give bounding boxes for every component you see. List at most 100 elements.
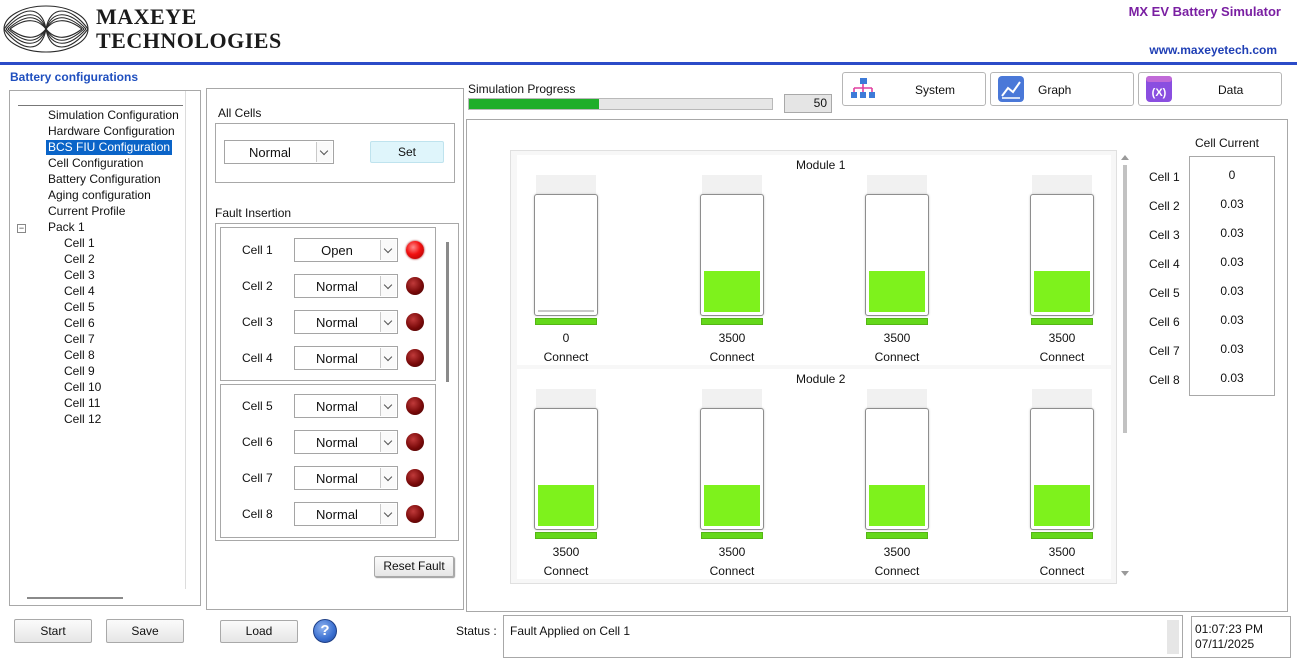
battery-cap bbox=[1032, 175, 1092, 195]
tree-item[interactable]: Cell 12 bbox=[62, 412, 103, 427]
fault-cell-label: Cell 3 bbox=[242, 315, 273, 329]
chevron-down-icon[interactable] bbox=[380, 312, 396, 332]
set-button[interactable]: Set bbox=[370, 141, 444, 163]
tree-item[interactable]: Cell 7 bbox=[62, 332, 97, 347]
cell-current-value: 0.03 bbox=[1220, 255, 1244, 269]
chevron-down-icon[interactable] bbox=[380, 396, 396, 416]
battery-base bbox=[535, 318, 597, 325]
tree-item[interactable]: Cell 8 bbox=[62, 348, 97, 363]
chevron-down-icon[interactable] bbox=[316, 142, 332, 162]
data-button[interactable]: (X) Data bbox=[1138, 72, 1282, 106]
help-icon[interactable]: ? bbox=[313, 619, 337, 643]
clock-display: 01:07:23 PM 07/11/2025 bbox=[1191, 616, 1291, 658]
battery-cell: 0 Connect bbox=[534, 175, 598, 365]
tree-item[interactable]: Hardware Configuration bbox=[46, 124, 177, 139]
progress-value: 50 bbox=[784, 94, 832, 113]
battery-value: 3500 bbox=[883, 545, 911, 559]
tree-item[interactable]: Cell 3 bbox=[62, 268, 97, 283]
fault-mode-dropdown[interactable]: Normal bbox=[294, 430, 398, 454]
battery-status: Connect bbox=[709, 564, 755, 578]
chevron-down-icon[interactable] bbox=[380, 432, 396, 452]
chevron-down-icon[interactable] bbox=[380, 348, 396, 368]
tree-item[interactable]: Cell 9 bbox=[62, 364, 97, 379]
scroll-down-icon[interactable] bbox=[1120, 570, 1130, 578]
cell-current-value: 0.03 bbox=[1220, 284, 1244, 298]
app-header: MAXEYE TECHNOLOGIES MX EV Battery Simula… bbox=[0, 0, 1297, 62]
battery-body bbox=[534, 408, 598, 530]
fault-mode-dropdown[interactable]: Normal bbox=[294, 310, 398, 334]
status-scrollbar[interactable] bbox=[1167, 620, 1179, 654]
fault-mode-dropdown[interactable]: Normal bbox=[294, 502, 398, 526]
vertical-scrollbar[interactable] bbox=[1118, 150, 1132, 584]
fault-mode-dropdown[interactable]: Normal bbox=[294, 346, 398, 370]
save-button[interactable]: Save bbox=[106, 619, 184, 643]
chevron-down-icon[interactable] bbox=[380, 276, 396, 296]
all-cells-title: All Cells bbox=[218, 106, 262, 120]
chevron-down-icon[interactable] bbox=[380, 468, 396, 488]
system-button[interactable]: System bbox=[842, 72, 986, 106]
tree-item[interactable]: Cell 10 bbox=[62, 380, 103, 395]
tree-item[interactable]: Cell 2 bbox=[62, 252, 97, 267]
battery-body bbox=[534, 194, 598, 316]
tree-item[interactable]: Battery Configuration bbox=[46, 172, 163, 187]
tree-item[interactable]: Cell 5 bbox=[62, 300, 97, 315]
battery-value: 0 bbox=[562, 331, 570, 345]
tree-item[interactable]: Cell Configuration bbox=[46, 156, 145, 171]
fault-mode-value: Normal bbox=[316, 471, 358, 486]
battery-cap bbox=[536, 389, 596, 409]
fault-led-icon bbox=[406, 469, 424, 487]
fault-mode-value: Normal bbox=[316, 399, 358, 414]
reset-fault-button[interactable]: Reset Fault bbox=[374, 556, 454, 577]
tree-item[interactable]: Aging configuration bbox=[46, 188, 153, 203]
cell-current-label: Cell 3 bbox=[1149, 228, 1180, 242]
module-panel: Module 1 0 Connect 3500 Connect 3500 Connect 35… bbox=[517, 155, 1111, 365]
load-button[interactable]: Load bbox=[220, 620, 298, 643]
battery-body bbox=[700, 408, 764, 530]
battery-status: Connect bbox=[543, 564, 589, 578]
horizontal-scrollbar[interactable] bbox=[27, 597, 123, 599]
tree-item[interactable]: Pack 1 bbox=[46, 220, 87, 235]
module-title: Module 1 bbox=[796, 158, 846, 172]
collapse-icon[interactable]: − bbox=[17, 224, 26, 233]
tree-item[interactable]: Cell 11 bbox=[62, 396, 102, 411]
tree-item[interactable]: Cell 1 bbox=[62, 236, 97, 251]
scroll-up-icon[interactable] bbox=[1120, 153, 1130, 161]
battery-status: Connect bbox=[1039, 564, 1085, 578]
all-cells-dropdown[interactable]: Normal bbox=[224, 140, 334, 164]
fault-mode-dropdown[interactable]: Normal bbox=[294, 394, 398, 418]
start-button[interactable]: Start bbox=[14, 619, 92, 643]
cell-current-title: Cell Current bbox=[1195, 136, 1260, 150]
fault-mode-dropdown[interactable]: Open bbox=[294, 238, 398, 262]
tree-item[interactable]: BCS FIU Configuration bbox=[46, 140, 173, 155]
battery-charge-fill bbox=[704, 485, 760, 526]
chevron-down-icon[interactable] bbox=[380, 240, 396, 260]
fault-cell-label: Cell 4 bbox=[242, 351, 273, 365]
tree-item[interactable]: Cell 6 bbox=[62, 316, 97, 331]
chevron-down-icon[interactable] bbox=[380, 504, 396, 524]
simulation-progress-bar bbox=[468, 98, 773, 110]
module-panel: Module 2 3500 Connect 3500 Connect 3500 Connec… bbox=[517, 369, 1111, 579]
header-divider bbox=[0, 62, 1297, 65]
battery-charge-fill bbox=[704, 271, 760, 312]
cell-current-label: Cell 1 bbox=[1149, 170, 1180, 184]
cell-current-label: Cell 5 bbox=[1149, 286, 1180, 300]
fault-mode-value: Normal bbox=[316, 507, 358, 522]
website-link[interactable]: www.maxeyetech.com bbox=[1149, 43, 1277, 57]
battery-cap bbox=[1032, 389, 1092, 409]
fault-mode-dropdown[interactable]: Normal bbox=[294, 466, 398, 490]
fault-mode-dropdown[interactable]: Normal bbox=[294, 274, 398, 298]
fault-scrollbar[interactable] bbox=[446, 242, 449, 382]
fault-led-icon bbox=[406, 433, 424, 451]
tree-item[interactable]: Current Profile bbox=[46, 204, 127, 219]
graph-button[interactable]: Graph bbox=[990, 72, 1134, 106]
battery-base bbox=[1031, 318, 1093, 325]
fault-mode-value: Normal bbox=[316, 435, 358, 450]
tree-item[interactable]: Cell 4 bbox=[62, 284, 97, 299]
fault-cell-label: Cell 5 bbox=[242, 399, 273, 413]
scrollbar-thumb[interactable] bbox=[1123, 165, 1127, 433]
fault-cell-label: Cell 1 bbox=[242, 243, 273, 257]
fault-led-icon bbox=[406, 349, 424, 367]
cell-current-value: 0 bbox=[1228, 168, 1236, 182]
company-name-line2: TECHNOLOGIES bbox=[96, 28, 282, 53]
tree-item[interactable]: Simulation Configuration bbox=[46, 108, 181, 123]
